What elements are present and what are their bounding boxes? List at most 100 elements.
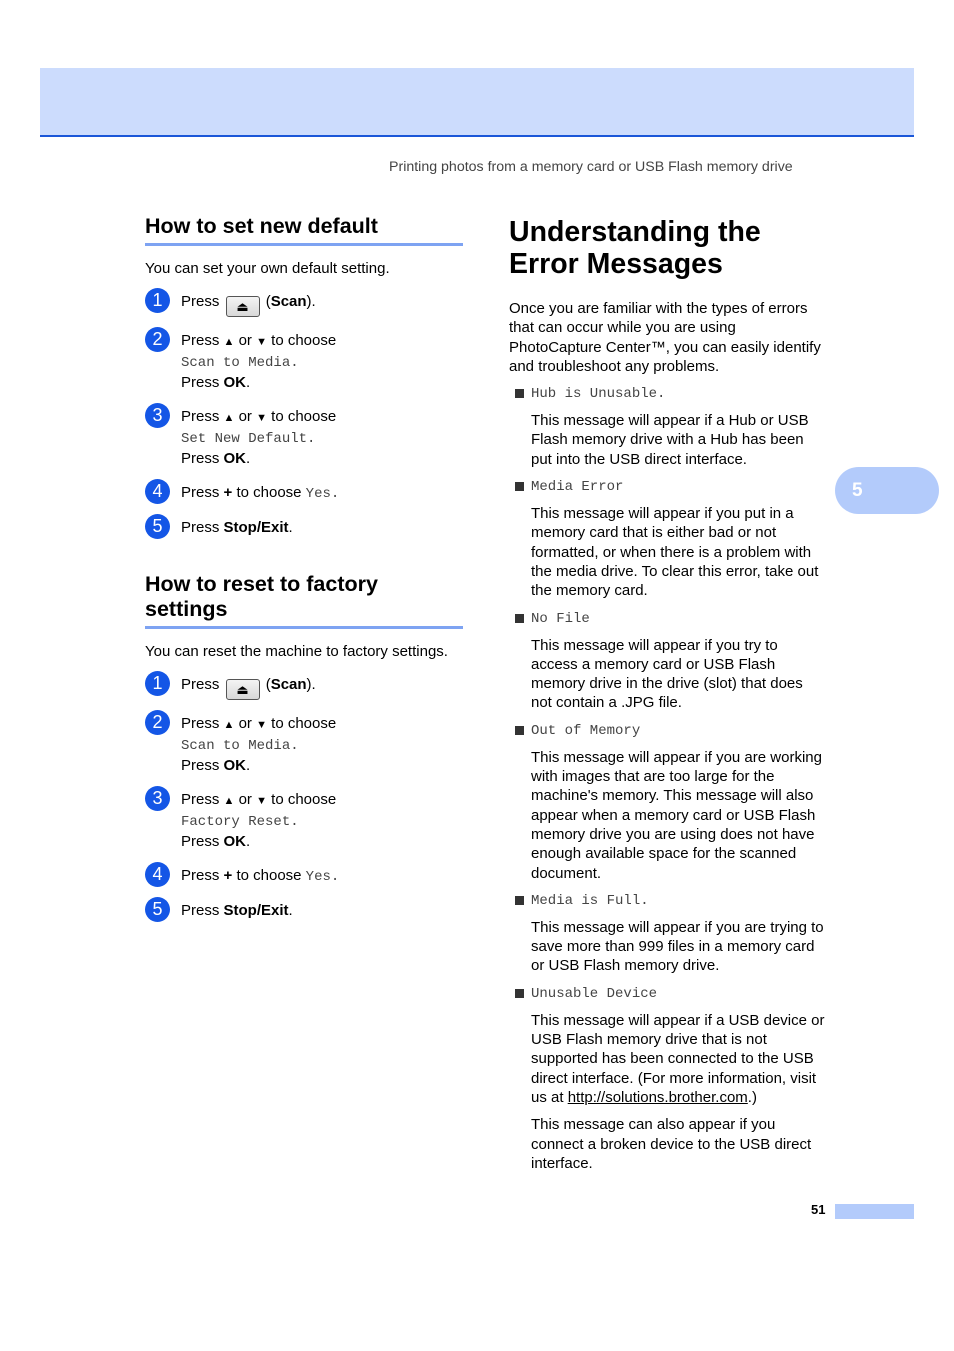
step-text: Press: [181, 332, 220, 349]
step-text: Press: [181, 408, 220, 425]
square-bullet-icon: [515, 389, 524, 399]
section-intro: You can set your own default setting.: [145, 260, 390, 277]
step-text: or: [238, 332, 252, 349]
error-item: No File This message will appear if you …: [509, 610, 827, 713]
step-2: 2 Press ▲ or ▼ to choose Scan to Media. …: [145, 327, 463, 393]
square-bullet-icon: [515, 613, 524, 623]
key-label: Scan: [270, 293, 307, 310]
header-band: [40, 68, 914, 137]
support-link[interactable]: http://solutions.brother.com: [568, 1089, 748, 1106]
step-4: 4 Press + to choose Yes.: [145, 862, 463, 887]
square-bullet-icon: [515, 725, 524, 735]
down-arrow-icon: ▼: [256, 795, 267, 807]
step-text: to choose: [236, 484, 302, 501]
step-text: or: [238, 408, 252, 425]
down-arrow-icon: ▼: [256, 719, 267, 731]
error-code: Out of Memory: [531, 722, 641, 739]
error-code: Media Error: [531, 479, 624, 496]
section-title: How to reset to factory settings: [145, 572, 463, 629]
step-text: to choose: [236, 867, 302, 884]
description-text: .): [747, 1088, 757, 1106]
error-item: Media is Full. This message will appear …: [509, 892, 827, 976]
lcd-text: Scan to Media.: [181, 738, 299, 754]
step-text: .: [246, 374, 251, 391]
step-text: .: [246, 833, 251, 850]
lcd-text: Yes.: [305, 486, 340, 502]
step-text: to choose: [271, 715, 337, 732]
step-number-badge: 2: [145, 710, 170, 735]
key-label: +: [223, 484, 233, 501]
step-number-badge: 1: [145, 288, 170, 313]
up-arrow-icon: ▲: [223, 719, 235, 731]
up-arrow-icon: ▲: [223, 336, 235, 348]
lcd-text: Scan to Media.: [181, 355, 299, 371]
right-column: Understanding the Error Messages Once yo…: [509, 216, 827, 1173]
key-label: +: [223, 867, 233, 884]
square-bullet-icon: [515, 895, 524, 905]
title-line: Understanding the: [509, 216, 761, 248]
error-description: This message will appear if you try to a…: [531, 636, 803, 712]
step-text: Press: [181, 519, 220, 536]
key-label: Stop/Exit: [223, 519, 289, 536]
step-2: 2 Press ▲ or ▼ to choose Scan to Media. …: [145, 710, 463, 776]
scan-icon: ⏏: [225, 679, 260, 700]
error-item: Media Error This message will appear if …: [509, 478, 827, 600]
key-label: OK: [223, 450, 247, 467]
key-label: OK: [223, 833, 247, 850]
step-3: 3 Press ▲ or ▼ to choose Factory Reset. …: [145, 786, 463, 852]
up-arrow-icon: ▲: [223, 412, 235, 424]
up-arrow-icon: ▲: [223, 795, 235, 807]
step-3: 3 Press ▲ or ▼ to choose Set New Default…: [145, 403, 463, 469]
step-text: Press: [181, 374, 220, 391]
lcd-text: Yes.: [305, 869, 340, 885]
chapter-number: 5: [852, 480, 863, 501]
square-bullet-icon: [515, 988, 524, 998]
lcd-text: Set New Default.: [181, 431, 316, 447]
lcd-text: Factory Reset.: [181, 814, 299, 830]
page-title: Understanding the Error Messages: [509, 216, 827, 280]
chapter-tab: 5: [835, 467, 939, 514]
step-text: .: [288, 902, 293, 919]
running-header: Printing photos from a memory card or US…: [389, 159, 793, 175]
step-number-badge: 5: [145, 514, 170, 539]
step-number-badge: 3: [145, 403, 170, 428]
step-text: ).: [306, 293, 316, 310]
section-title: How to set new default: [145, 214, 463, 246]
step-text: Press: [181, 833, 220, 850]
step-text: ).: [306, 676, 316, 693]
step-text: Press: [181, 867, 220, 884]
error-description: This message will appear if you are work…: [531, 748, 822, 882]
error-code: Hub is Unusable.: [531, 386, 666, 403]
error-description: This message will appear if a Hub or USB…: [531, 412, 809, 468]
error-code: No File: [531, 610, 590, 627]
title-line: Error Messages: [509, 248, 723, 280]
step-text: Press: [181, 791, 220, 808]
key-label: OK: [223, 374, 247, 391]
key-label: Scan: [270, 676, 307, 693]
step-1: 1 Press ⏏ (Scan).: [145, 288, 463, 317]
step-text: Press: [181, 450, 220, 467]
step-text: Press: [181, 902, 220, 919]
step-text: .: [246, 757, 251, 774]
down-arrow-icon: ▼: [256, 412, 267, 424]
step-text: .: [288, 519, 293, 536]
left-column: How to set new default You can set your …: [145, 214, 463, 935]
page-number: 51: [811, 1202, 826, 1217]
step-5: 5 Press Stop/Exit.: [145, 514, 463, 539]
step-text: Press: [181, 676, 220, 693]
down-arrow-icon: ▼: [256, 336, 267, 348]
error-code: Media is Full.: [531, 892, 649, 909]
step-number-badge: 1: [145, 671, 170, 696]
step-number-badge: 3: [145, 786, 170, 811]
step-text: or: [238, 791, 252, 808]
error-description: This message will appear if you are tryi…: [531, 918, 824, 975]
step-text: to choose: [271, 332, 337, 349]
step-number-badge: 4: [145, 862, 170, 887]
section-set-new-default: How to set new default You can set your …: [145, 214, 463, 539]
page-number-bar: [835, 1204, 914, 1219]
step-text: Press: [181, 757, 220, 774]
step-text: Press: [181, 484, 220, 501]
error-description: This message will appear if a USB device…: [509, 1011, 827, 1107]
step-list: 1 Press ⏏ (Scan). 2 Press ▲ or ▼ to choo…: [145, 671, 463, 922]
error-description: This message will appear if you put in a…: [531, 505, 819, 600]
